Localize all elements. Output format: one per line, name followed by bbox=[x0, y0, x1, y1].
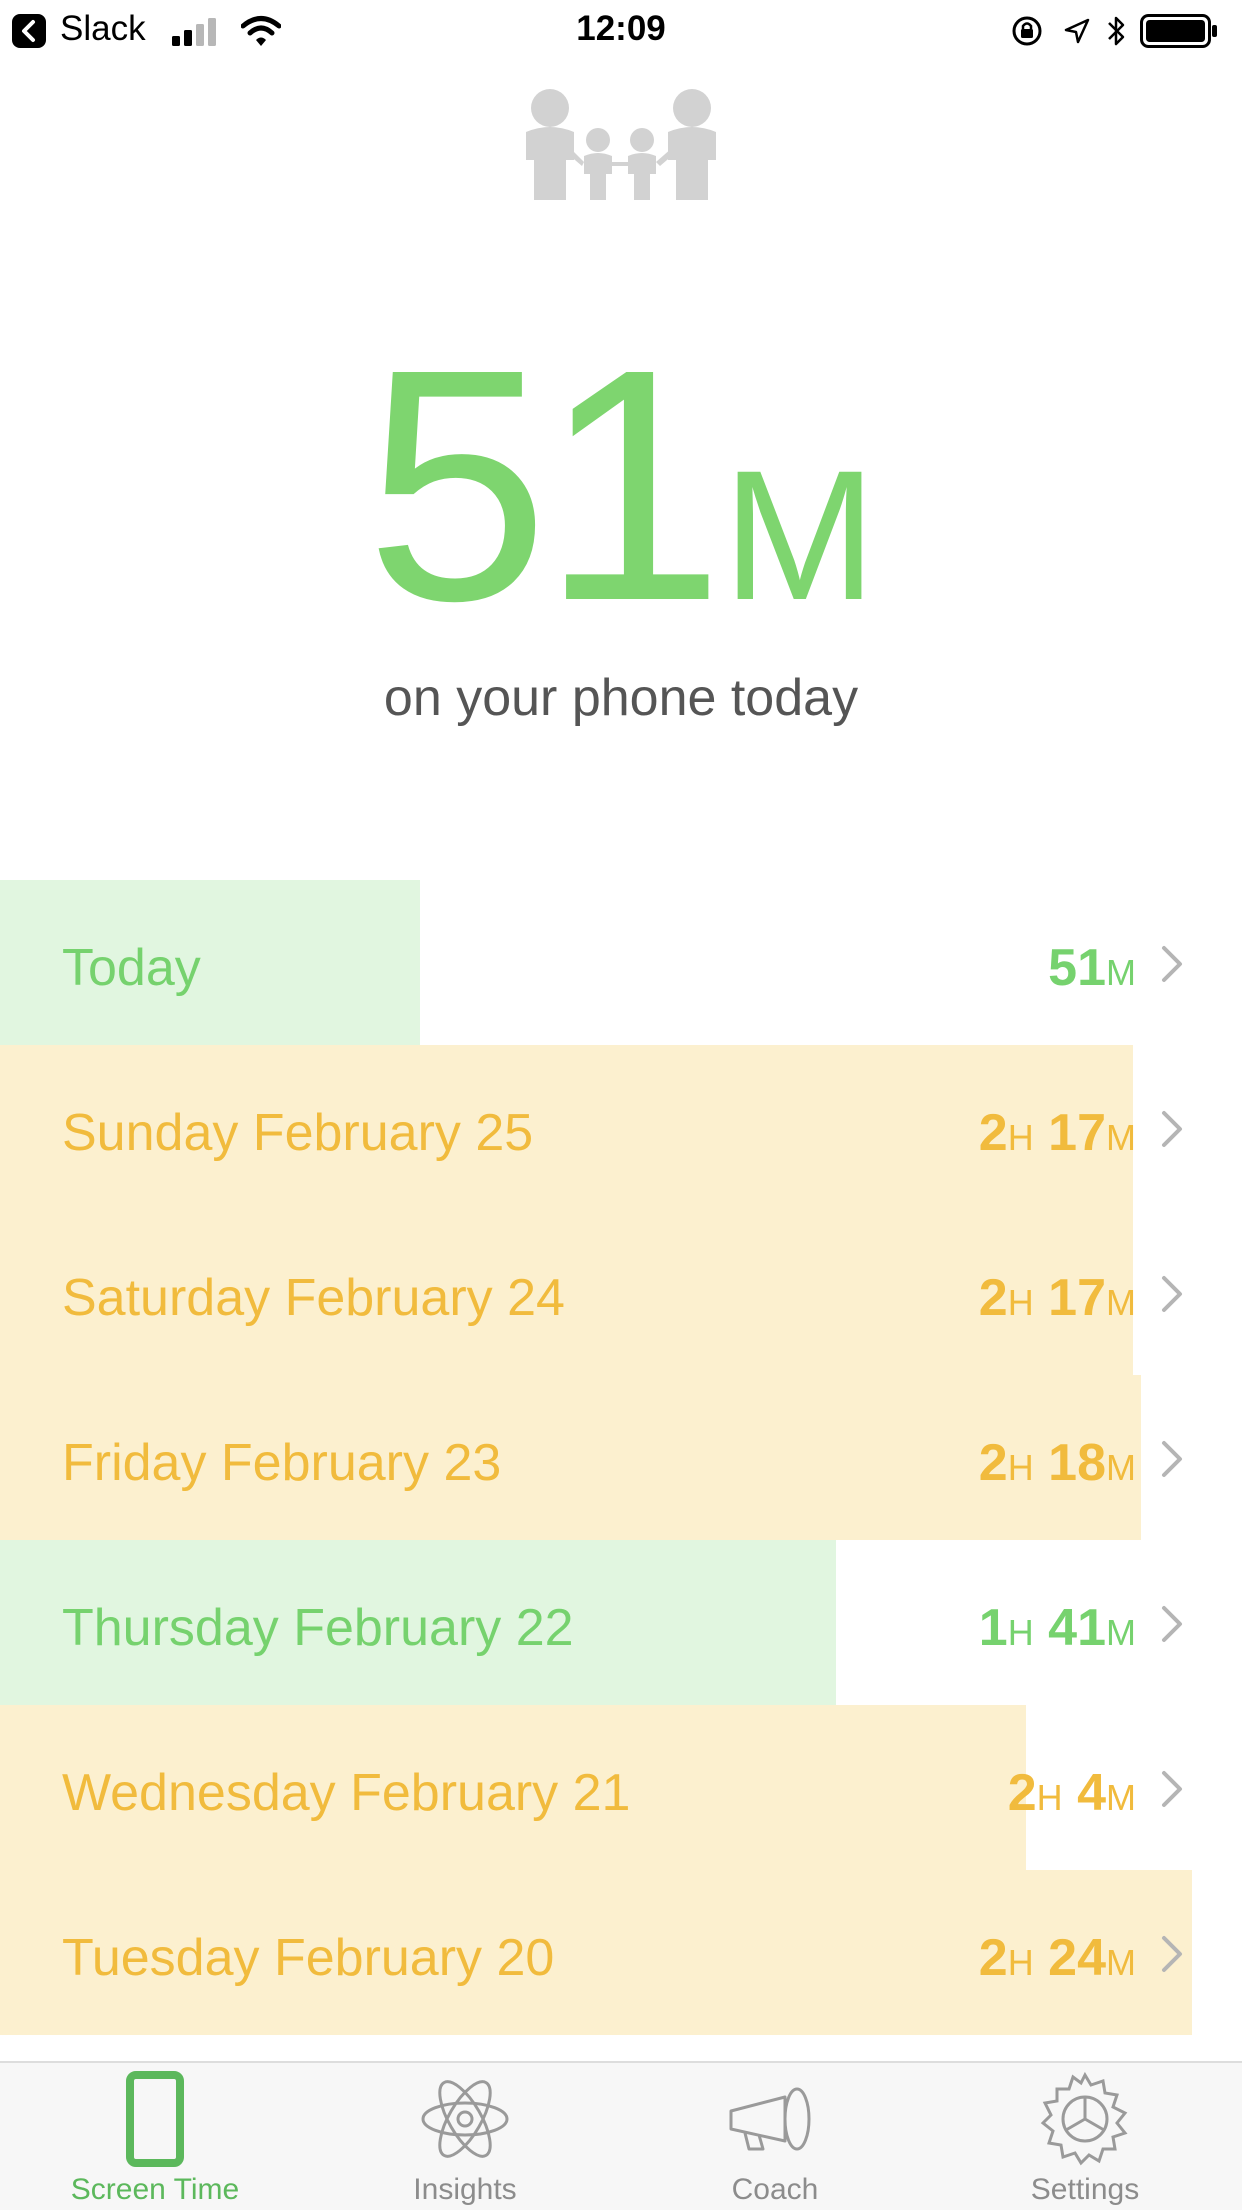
tab-label: Coach bbox=[731, 2173, 819, 2206]
today-total: 51M bbox=[0, 320, 1242, 650]
hours-unit: H bbox=[1007, 1612, 1034, 1653]
hours-value: 1 bbox=[978, 1599, 1008, 1657]
day-label: Sunday February 25 bbox=[62, 1104, 534, 1162]
hours-unit: H bbox=[1007, 1282, 1034, 1323]
bluetooth-icon bbox=[1108, 16, 1125, 46]
minutes-unit: M bbox=[1106, 1447, 1136, 1488]
atom-icon bbox=[310, 2071, 620, 2171]
hours-unit: H bbox=[1007, 1117, 1034, 1158]
chevron-right-icon bbox=[1162, 1276, 1182, 1312]
minutes-value: 41 bbox=[1048, 1599, 1106, 1657]
chevron-right-icon bbox=[1162, 946, 1182, 982]
hours-unit: H bbox=[1007, 1942, 1034, 1983]
day-row[interactable]: Tuesday February 20 2H 24M bbox=[0, 1870, 1242, 2035]
day-label: Thursday February 22 bbox=[62, 1599, 574, 1657]
minutes-value: 24 bbox=[1048, 1929, 1106, 1987]
chevron-right-icon bbox=[1162, 1606, 1182, 1642]
tab-bar: Screen Time Insights Coach Settings bbox=[0, 2061, 1242, 2210]
minutes-value: 51 bbox=[1048, 939, 1106, 997]
hours-unit: H bbox=[1007, 1447, 1034, 1488]
day-label: Friday February 23 bbox=[62, 1434, 502, 1492]
day-row[interactable]: Saturday February 24 2H 17M bbox=[0, 1210, 1242, 1375]
gear-icon bbox=[930, 2071, 1240, 2171]
day-label: Tuesday February 20 bbox=[62, 1929, 555, 1987]
tab-label: Insights bbox=[413, 2173, 517, 2206]
chevron-right-icon bbox=[1162, 1771, 1182, 1807]
minutes-unit: M bbox=[1106, 1612, 1136, 1653]
orientation-lock-icon bbox=[1012, 16, 1042, 46]
minutes-value: 18 bbox=[1048, 1434, 1106, 1492]
minutes-unit: M bbox=[1106, 1282, 1136, 1323]
phone-icon bbox=[0, 2071, 310, 2171]
day-label: Wednesday February 21 bbox=[62, 1764, 631, 1822]
day-duration: 2H 4M bbox=[1008, 1763, 1136, 1823]
day-duration: 2H 17M bbox=[979, 1103, 1136, 1163]
tab-label: Settings bbox=[1030, 2173, 1140, 2206]
minutes-unit: M bbox=[1106, 1942, 1136, 1983]
day-row[interactable]: Thursday February 22 1H 41M bbox=[0, 1540, 1242, 1705]
total-unit: M bbox=[722, 433, 877, 639]
hours-value: 2 bbox=[978, 1104, 1008, 1162]
tab-insights[interactable]: Insights bbox=[310, 2063, 620, 2210]
day-duration: 51M bbox=[1048, 938, 1136, 998]
day-duration: 2H 24M bbox=[979, 1928, 1136, 1988]
tab-label: Screen Time bbox=[70, 2173, 240, 2206]
total-number: 51 bbox=[365, 300, 724, 669]
chevron-right-icon bbox=[1162, 1936, 1182, 1972]
battery-icon bbox=[1140, 14, 1217, 48]
total-subtitle: on your phone today bbox=[383, 669, 859, 727]
day-label: Today bbox=[62, 939, 201, 997]
day-duration: 1H 41M bbox=[979, 1598, 1136, 1658]
minutes-value: 17 bbox=[1048, 1269, 1106, 1327]
hours-value: 2 bbox=[978, 1269, 1008, 1327]
tab-screen-time[interactable]: Screen Time bbox=[0, 2063, 310, 2210]
minutes-value: 17 bbox=[1048, 1104, 1106, 1162]
day-row[interactable]: Sunday February 25 2H 17M bbox=[0, 1045, 1242, 1210]
day-duration: 2H 18M bbox=[979, 1433, 1136, 1493]
status-icons bbox=[1010, 12, 1230, 48]
minutes-unit: M bbox=[1106, 952, 1136, 993]
family-icon bbox=[526, 89, 716, 200]
hours-value: 2 bbox=[978, 1929, 1008, 1987]
tab-settings[interactable]: Settings bbox=[930, 2063, 1240, 2210]
day-list: Today 51M Sunday February 25 2H 17M Saturday… bbox=[0, 880, 1242, 2035]
location-icon bbox=[1064, 18, 1090, 44]
day-row[interactable]: Wednesday February 21 2H 4M bbox=[0, 1705, 1242, 1870]
chevron-right-icon bbox=[1162, 1111, 1182, 1147]
hours-unit: H bbox=[1036, 1777, 1063, 1818]
minutes-unit: M bbox=[1106, 1777, 1136, 1818]
minutes-value: 4 bbox=[1077, 1764, 1106, 1822]
status-bar: Slack 12:09 bbox=[0, 0, 1242, 62]
day-row[interactable]: Friday February 23 2H 18M bbox=[0, 1375, 1242, 1540]
day-row[interactable]: Today 51M bbox=[0, 880, 1242, 1045]
minutes-unit: M bbox=[1106, 1117, 1136, 1158]
day-label: Saturday February 24 bbox=[62, 1269, 565, 1327]
hours-value: 2 bbox=[978, 1434, 1008, 1492]
megaphone-icon bbox=[620, 2071, 930, 2171]
tab-coach[interactable]: Coach bbox=[620, 2063, 930, 2210]
chevron-right-icon bbox=[1162, 1441, 1182, 1477]
hours-value: 2 bbox=[1007, 1764, 1037, 1822]
day-duration: 2H 17M bbox=[979, 1268, 1136, 1328]
